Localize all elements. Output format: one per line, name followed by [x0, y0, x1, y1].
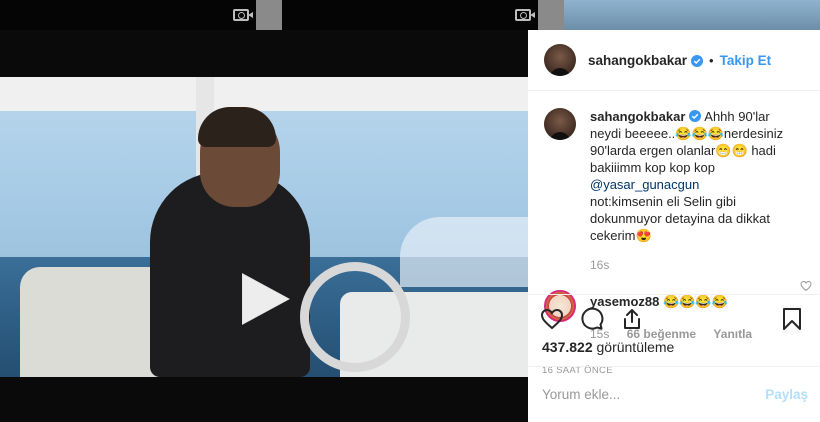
view-count-label: görüntüleme [596, 339, 675, 355]
heart-icon[interactable] [540, 307, 564, 331]
bookmark-icon[interactable] [780, 307, 804, 331]
comments-list: sahangokbakar Ahhh 90'lar neydi beeeee..… [528, 92, 820, 341]
heart-icon[interactable] [800, 279, 812, 292]
post-media [0, 30, 528, 422]
action-icons [540, 305, 804, 333]
comment-icon[interactable] [580, 307, 604, 331]
caption-note: not:kimsenin eli Selin gibi dokunmuyor d… [590, 194, 770, 243]
caption-timestamp[interactable]: 16s [590, 258, 609, 272]
verified-badge-icon [691, 54, 704, 67]
camera-icon [233, 9, 253, 21]
video-windshield [400, 217, 528, 287]
comment-input[interactable]: Yorum ekle... [542, 387, 765, 402]
background-gap [256, 0, 282, 30]
background-gap [538, 0, 564, 30]
page: sahangokbakar • Takip Et sahangokbakar A… [0, 0, 820, 422]
share-icon[interactable] [620, 307, 644, 331]
username[interactable]: sahangokbakar [588, 53, 687, 68]
video-player[interactable] [0, 77, 528, 377]
avatar[interactable] [544, 44, 576, 76]
verified-badge-icon [689, 109, 702, 122]
avatar[interactable] [544, 108, 576, 140]
caption-body: sahangokbakar Ahhh 90'lar neydi beeeee..… [590, 108, 804, 274]
background-post-thumbnail [564, 0, 820, 30]
caption-mention-link[interactable]: @yasar_gunacgun [590, 177, 699, 192]
post-modal: sahangokbakar • Takip Et sahangokbakar A… [0, 30, 820, 422]
view-count-number: 437.822 [542, 339, 593, 355]
camera-icon [515, 9, 535, 21]
post-header: sahangokbakar • Takip Et [528, 30, 820, 91]
background-post-thumbnail [282, 0, 538, 30]
post-sidebar: sahangokbakar • Takip Et sahangokbakar A… [528, 30, 820, 422]
video-seat [20, 267, 170, 377]
caption-meta: 16s [590, 257, 804, 274]
view-count[interactable]: 437.822 görüntüleme [540, 339, 804, 355]
caption: sahangokbakar Ahhh 90'lar neydi beeeee..… [544, 108, 804, 274]
add-comment-form: Yorum ekle... Paylaş [528, 366, 820, 422]
background-post-thumbnail [0, 0, 256, 30]
post-actions: 437.822 görüntüleme 16 SAAT ÖNCE [528, 294, 820, 376]
video-boat-roof [0, 77, 528, 111]
caption-username[interactable]: sahangokbakar [590, 109, 685, 124]
separator-dot: • [709, 52, 714, 68]
post-comment-button[interactable]: Paylaş [765, 387, 808, 402]
follow-button[interactable]: Takip Et [720, 53, 772, 68]
play-icon[interactable] [236, 269, 294, 329]
video-person-hair [198, 107, 276, 147]
video-steering-wheel [300, 262, 410, 372]
